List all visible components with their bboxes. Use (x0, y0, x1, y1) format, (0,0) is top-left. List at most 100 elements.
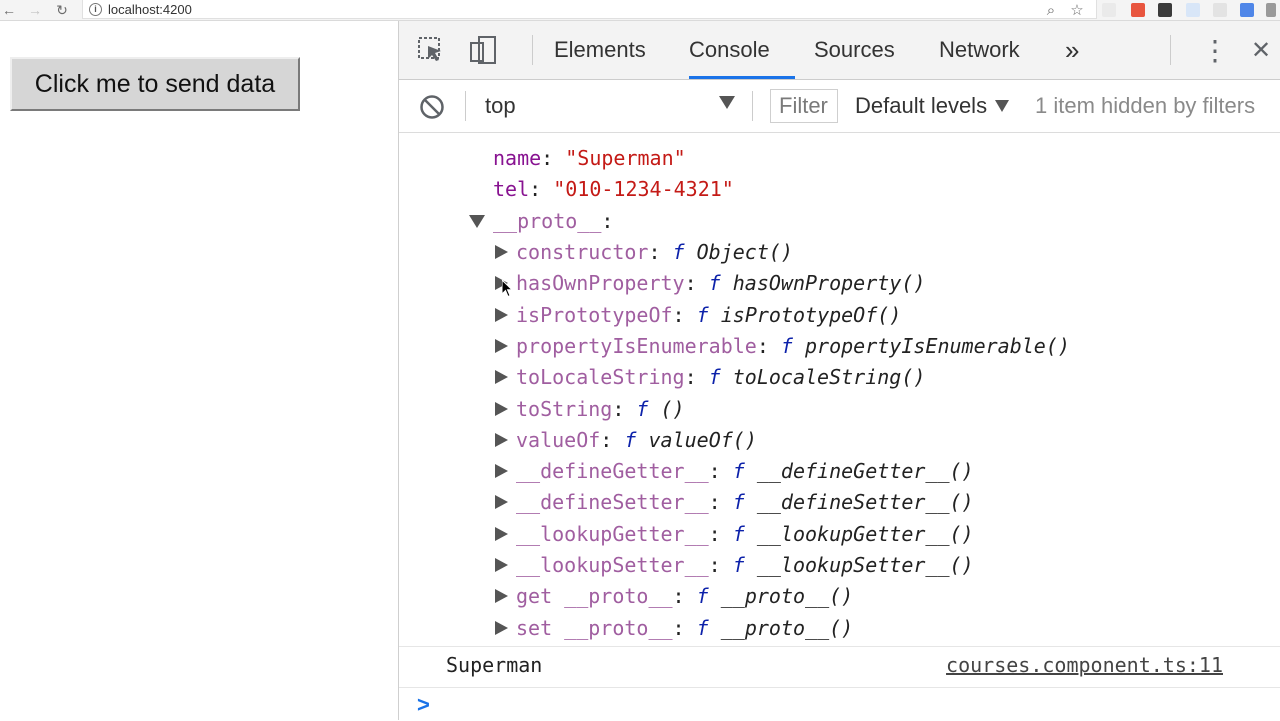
function-keyword: f (696, 616, 721, 640)
log-source-link[interactable]: courses.component.ts:11 (946, 653, 1223, 677)
log-levels-select[interactable]: Default levels (855, 80, 1010, 132)
proto-entry-row[interactable]: __lookupSetter__: f __lookupSetter__() (516, 551, 974, 579)
expand-triangle-icon[interactable] (495, 370, 508, 384)
expand-triangle-icon[interactable] (495, 621, 508, 635)
function-name: hasOwnProperty() (732, 271, 926, 295)
proto-entry-key: propertyIsEnumerable (516, 334, 757, 358)
function-keyword: f (624, 428, 649, 452)
proto-entry-row[interactable]: constructor: f Object() (516, 238, 793, 266)
object-property-row[interactable]: name: "Superman" (493, 144, 686, 172)
proto-entry-colon: : (684, 271, 709, 295)
proto-entry-colon: : (672, 616, 697, 640)
function-name: propertyIsEnumerable() (805, 334, 1070, 358)
expand-triangle-icon[interactable] (495, 402, 508, 416)
send-data-button[interactable]: Click me to send data (10, 57, 300, 111)
tab-network[interactable]: Network (939, 21, 1020, 79)
expand-triangle-icon[interactable] (495, 495, 508, 509)
expand-triangle-icon[interactable] (495, 589, 508, 603)
address-bar[interactable]: i localhost:4200 (82, 0, 1097, 19)
zoom-icon[interactable]: ⌕ (1042, 1, 1060, 19)
toolbar-divider (1170, 35, 1171, 65)
expand-triangle-icon[interactable] (495, 527, 508, 541)
proto-entry-row[interactable]: __defineGetter__: f __defineGetter__() (516, 457, 974, 485)
proto-entry-row[interactable]: toLocaleString: f toLocaleString() (516, 363, 925, 391)
extension-icon[interactable] (1266, 3, 1276, 17)
proto-entry-row[interactable]: valueOf: f valueOf() (516, 426, 757, 454)
proto-entry-row[interactable]: __defineSetter__: f __defineSetter__() (516, 488, 974, 516)
proto-entry-key: __defineSetter__ (516, 490, 709, 514)
proto-entry-key: __lookupGetter__ (516, 522, 709, 546)
function-name: __lookupSetter__() (756, 553, 974, 577)
scrolled-off-line (493, 133, 693, 139)
proto-entry-colon: : (684, 365, 709, 389)
back-icon[interactable]: ← (0, 1, 18, 19)
proto-row[interactable]: __proto__: (493, 207, 613, 235)
bookmark-star-icon[interactable]: ☆ (1068, 1, 1086, 19)
clear-console-icon[interactable] (419, 94, 445, 125)
proto-entry-row[interactable]: toString: f () (516, 395, 685, 423)
extension-icon[interactable] (1186, 3, 1200, 17)
expand-triangle-icon[interactable] (495, 464, 508, 478)
function-keyword: f (636, 397, 661, 421)
function-keyword: f (672, 240, 697, 264)
proto-entry-row[interactable]: set __proto__: f __proto__() (516, 614, 853, 642)
proto-entry-key: toString (516, 397, 613, 421)
proto-entry-row[interactable]: propertyIsEnumerable: f propertyIsEnumer… (516, 332, 1070, 360)
tab-sources[interactable]: Sources (814, 21, 895, 79)
proto-entry-colon: : (672, 584, 697, 608)
levels-label: Default levels (855, 93, 988, 118)
chevron-down-icon (995, 100, 1010, 112)
console-log-message: Superman courses.component.ts:11 (399, 646, 1280, 687)
site-info-icon[interactable]: i (89, 2, 102, 16)
function-keyword: f (708, 271, 733, 295)
property-value: "010-1234-4321" (553, 177, 734, 201)
extension-icon[interactable] (1213, 3, 1227, 17)
inspect-element-icon[interactable] (416, 35, 446, 65)
proto-entry-key: __defineGetter__ (516, 459, 709, 483)
proto-entry-colon: : (648, 240, 673, 264)
device-toolbar-icon[interactable] (469, 35, 499, 65)
property-key: tel (493, 177, 530, 201)
function-keyword: f (732, 553, 757, 577)
proto-colon: : (601, 209, 614, 233)
extension-icon[interactable] (1131, 3, 1145, 17)
proto-entry-row[interactable]: get __proto__: f __proto__() (516, 582, 853, 610)
hidden-items-info: 1 item hidden by filters (1035, 93, 1256, 118)
function-name: toLocaleString() (732, 365, 926, 389)
proto-entry-colon: : (708, 522, 733, 546)
proto-entry-row[interactable]: isPrototypeOf: f isPrototypeOf() (516, 301, 901, 329)
proto-entry-key: get __proto__ (516, 584, 673, 608)
chevron-down-icon[interactable] (719, 96, 735, 109)
expand-triangle-icon[interactable] (495, 308, 508, 322)
extension-icon[interactable] (1102, 3, 1116, 17)
close-devtools-icon[interactable]: ✕ (1251, 21, 1271, 79)
more-tabs-icon[interactable]: » (1065, 21, 1079, 79)
console-prompt[interactable]: > (399, 687, 1280, 721)
toolbar-divider (752, 91, 753, 121)
expand-triangle-icon[interactable] (495, 433, 508, 447)
translate-icon[interactable] (1240, 3, 1254, 17)
expand-triangle-icon[interactable] (495, 245, 508, 259)
tab-console[interactable]: Console (689, 21, 770, 79)
proto-entry-row[interactable]: hasOwnProperty: f hasOwnProperty() (516, 269, 925, 297)
expand-triangle-icon[interactable] (495, 339, 508, 353)
url-text: localhost:4200 (108, 1, 192, 17)
proto-entry-row[interactable]: __lookupGetter__: f __lookupGetter__() (516, 520, 974, 548)
proto-expanded-triangle-icon[interactable] (469, 215, 485, 228)
reload-icon[interactable]: ↻ (53, 1, 71, 19)
devtools-menu-icon[interactable]: ⋮ (1201, 21, 1229, 79)
forward-icon[interactable]: → (26, 1, 44, 19)
object-property-row[interactable]: tel: "010-1234-4321" (493, 175, 734, 203)
apps-grid-icon[interactable] (1158, 3, 1172, 17)
toolbar-divider (465, 91, 466, 121)
function-name: __defineGetter__() (756, 459, 974, 483)
filter-input[interactable]: Filter (770, 89, 838, 123)
proto-entry-colon: : (672, 303, 697, 327)
function-keyword: f (732, 522, 757, 546)
expand-triangle-icon[interactable] (495, 558, 508, 572)
console-messages: name: "Superman" tel: "010-1234-4321" __p… (399, 133, 1280, 645)
function-name: valueOf() (648, 428, 757, 452)
tab-elements[interactable]: Elements (554, 21, 646, 79)
console-toolbar: top Filter Default levels 1 item hidden … (399, 80, 1280, 133)
execution-context-select[interactable]: top (485, 80, 735, 132)
